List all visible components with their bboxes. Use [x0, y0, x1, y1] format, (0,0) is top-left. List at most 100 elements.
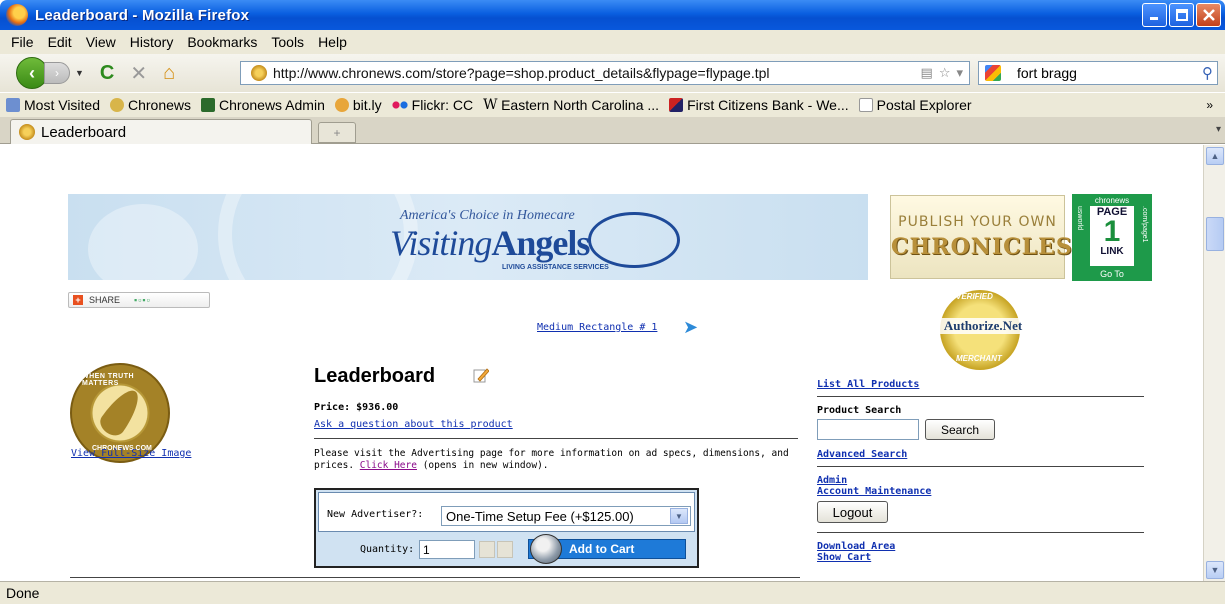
- publish-chronicles-ad[interactable]: PUBLISH YOUR OWN CHRONICLES: [890, 195, 1072, 279]
- page-icon: [858, 98, 873, 112]
- rss-icon[interactable]: ▤: [921, 65, 933, 81]
- maximize-icon: [1175, 9, 1188, 21]
- bookmarks-overflow-chevron[interactable]: »: [1206, 98, 1213, 112]
- menu-bar: File Edit View History Bookmarks Tools H…: [0, 30, 1225, 54]
- bookmark-flickr[interactable]: Flickr: CC: [391, 97, 473, 113]
- account-maintenance-link[interactable]: Account Maintenance: [817, 486, 1144, 497]
- edit-pencil-icon[interactable]: [473, 367, 489, 383]
- quantity-input[interactable]: 1: [419, 540, 475, 559]
- scroll-down-button[interactable]: ▼: [1206, 561, 1224, 579]
- divider-bottom: [70, 577, 800, 578]
- image-top-text: WHEN TRUTH MATTERS: [82, 373, 135, 387]
- tab-list-icon[interactable]: ▾: [1216, 124, 1221, 135]
- download-area-link[interactable]: Download Area: [817, 541, 1144, 552]
- authorize-net-seal[interactable]: VERIFIED Authorize.Net MERCHANT: [928, 288, 1038, 378]
- most-visited-icon: [6, 98, 20, 112]
- advanced-search-link[interactable]: Advanced Search: [817, 449, 1144, 460]
- quantity-decrease-button[interactable]: [497, 541, 513, 558]
- view-full-size-link[interactable]: View Full-Size Image: [71, 448, 191, 459]
- forward-button[interactable]: ›: [44, 62, 70, 84]
- menu-edit[interactable]: Edit: [41, 34, 79, 50]
- stop-icon[interactable]: ✕: [130, 61, 147, 86]
- click-here-link[interactable]: Click Here: [360, 460, 417, 471]
- scroll-up-button[interactable]: ▲: [1206, 147, 1224, 165]
- menu-file[interactable]: File: [4, 34, 41, 50]
- bookmark-star-icon[interactable]: ☆: [939, 65, 951, 81]
- logout-button[interactable]: Logout: [817, 501, 888, 523]
- chevron-down-icon[interactable]: ▼: [670, 508, 688, 524]
- bookmark-postal-explorer[interactable]: Postal Explorer: [858, 97, 972, 113]
- maximize-button[interactable]: [1169, 3, 1194, 27]
- menu-bookmarks[interactable]: Bookmarks: [180, 34, 264, 50]
- page1-number: 1: [1103, 215, 1121, 248]
- banner-angel-logo: [588, 212, 680, 268]
- wikipedia-icon: W: [483, 97, 498, 113]
- menu-help[interactable]: Help: [311, 34, 354, 50]
- vertical-scrollbar[interactable]: ▲ ▼: [1203, 145, 1225, 581]
- reload-icon[interactable]: C: [100, 62, 114, 85]
- store-sidebar: List All Products Product Search Search …: [817, 379, 1144, 563]
- quantity-increase-button[interactable]: [479, 541, 495, 558]
- minimize-button[interactable]: [1142, 3, 1167, 27]
- banner-brand-a: Visiting: [390, 223, 492, 263]
- admin-link[interactable]: Admin: [817, 475, 1144, 486]
- page1-link-ad[interactable]: chronews usworld PAGE 1 LINK .com/page1 …: [1072, 194, 1152, 281]
- sidebar-divider: [817, 466, 1144, 467]
- history-dropdown-icon[interactable]: ▼: [75, 68, 84, 78]
- search-bar[interactable]: fort bragg ⚲: [978, 61, 1218, 85]
- bookmark-first-citizens[interactable]: First Citizens Bank - We...: [669, 97, 849, 113]
- menu-view[interactable]: View: [79, 34, 123, 50]
- ask-question-link[interactable]: Ask a question about this product: [314, 419, 513, 430]
- product-search-input[interactable]: [817, 419, 919, 440]
- bookmark-eastern-nc[interactable]: W Eastern North Carolina ...: [483, 97, 659, 113]
- new-advertiser-label: New Advertiser?:: [327, 509, 424, 520]
- bookmark-bitly[interactable]: bit.ly: [334, 97, 382, 113]
- bank-icon: [669, 98, 684, 112]
- url-dropdown-icon[interactable]: ▾: [956, 65, 963, 81]
- window-titlebar: Leaderboard - Mozilla Firefox: [0, 0, 1225, 30]
- quantity-label: Quantity:: [360, 544, 415, 555]
- chronews-icon: [110, 98, 124, 112]
- plus-icon: +: [333, 125, 341, 140]
- new-advertiser-select[interactable]: One-Time Setup Fee (+$125.00) ▼: [441, 506, 691, 526]
- add-to-cart-form: New Advertiser?: One-Time Setup Fee (+$1…: [314, 488, 699, 568]
- banner-subtext: LIVING ASSISTANCE SERVICES: [502, 264, 609, 271]
- share-plus-icon: +: [73, 295, 83, 305]
- page1-top-text: chronews: [1094, 196, 1130, 205]
- search-icon[interactable]: ⚲: [1202, 64, 1213, 82]
- close-button[interactable]: [1196, 3, 1221, 27]
- home-icon[interactable]: ⌂: [163, 62, 175, 85]
- share-button[interactable]: + SHARE ▪▫▪▫: [68, 292, 210, 308]
- bookmark-most-visited[interactable]: Most Visited: [6, 97, 100, 113]
- page1-left-text: usworld: [1076, 206, 1083, 231]
- menu-tools[interactable]: Tools: [264, 34, 311, 50]
- page1-link-label: LINK: [1100, 246, 1124, 257]
- firefox-icon: [6, 4, 28, 26]
- visiting-angels-banner-ad[interactable]: America's Choice in Homecare VisitingAng…: [68, 194, 868, 280]
- search-button[interactable]: Search: [925, 419, 995, 440]
- next-arrow-icon[interactable]: ➤: [683, 317, 698, 338]
- sidebar-divider: [817, 396, 1144, 397]
- banner-dove-graphic: [88, 204, 198, 280]
- search-engine-icon[interactable]: [985, 65, 1001, 81]
- back-arrow-icon: ‹: [29, 62, 35, 83]
- quill-icon: [96, 384, 146, 440]
- bookmark-chronews[interactable]: Chronews: [110, 97, 191, 113]
- new-tab-button[interactable]: +: [318, 122, 356, 143]
- show-cart-link[interactable]: Show Cart: [817, 552, 1144, 563]
- list-all-products-link[interactable]: List All Products: [817, 379, 1144, 390]
- banner-brand-b: Angels: [491, 223, 590, 263]
- menu-history[interactable]: History: [123, 34, 181, 50]
- publish-ad-line1: PUBLISH YOUR OWN: [898, 214, 1057, 230]
- address-bar[interactable]: http://www.chronews.com/store?page=shop.…: [240, 61, 970, 85]
- url-text[interactable]: http://www.chronews.com/store?page=shop.…: [273, 65, 833, 81]
- tab-bar: Leaderboard + ▾: [0, 117, 1225, 144]
- product-title: Leaderboard: [314, 365, 436, 387]
- site-favicon-icon: [251, 65, 267, 81]
- tab-leaderboard[interactable]: Leaderboard: [10, 119, 312, 144]
- scrollbar-thumb[interactable]: [1206, 217, 1224, 251]
- divider: [314, 438, 798, 439]
- bookmark-chronews-admin[interactable]: Chronews Admin: [201, 97, 325, 113]
- search-input[interactable]: fort bragg: [1017, 65, 1077, 81]
- medium-rectangle-link[interactable]: Medium Rectangle # 1: [537, 322, 657, 333]
